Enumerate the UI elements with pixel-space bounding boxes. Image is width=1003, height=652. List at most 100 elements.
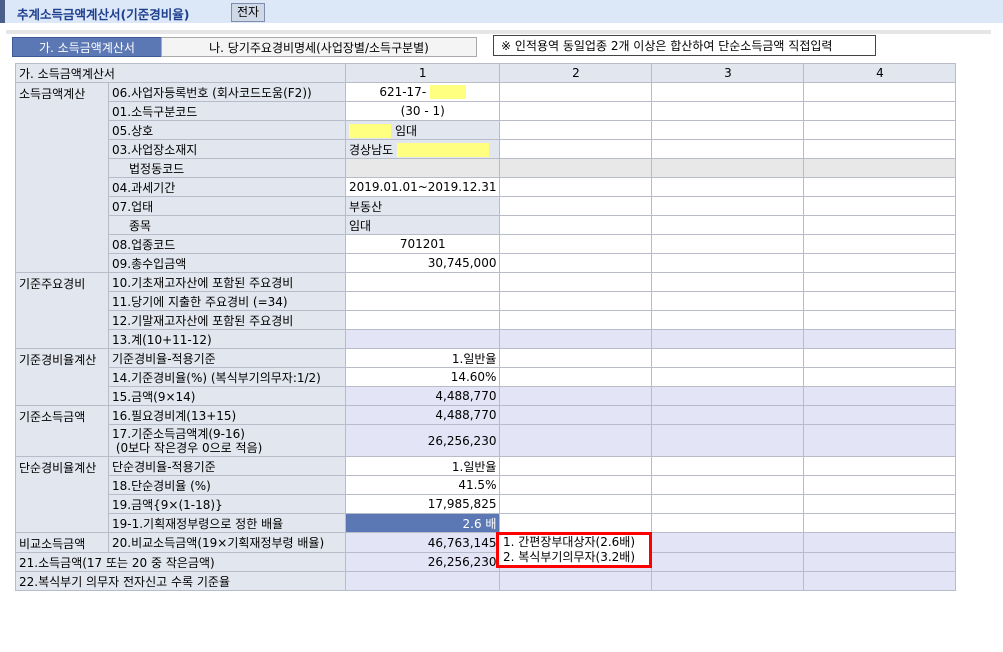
value-cell-4[interactable] <box>803 494 957 514</box>
value-cell-3[interactable] <box>651 571 805 591</box>
value-cell-2[interactable] <box>499 310 653 330</box>
value-cell-1[interactable]: 26,256,230 <box>344 424 501 457</box>
value-cell-3[interactable] <box>651 552 805 572</box>
value-cell-2[interactable] <box>499 101 653 121</box>
value-cell-1[interactable]: 701201 <box>344 234 501 254</box>
value-cell-4[interactable] <box>803 367 957 387</box>
value-cell-2[interactable] <box>499 329 653 349</box>
value-cell-4[interactable] <box>803 291 957 311</box>
value-cell-1[interactable]: 임대 <box>344 215 501 235</box>
value-cell-1[interactable] <box>344 291 501 311</box>
value-cell-4[interactable] <box>803 571 957 591</box>
value-cell-4[interactable] <box>803 234 957 254</box>
tab-income-statement[interactable]: 가. 소득금액계산서 <box>12 37 162 57</box>
value-cell-3[interactable] <box>651 272 805 292</box>
value-cell-3[interactable] <box>651 348 805 368</box>
value-cell-4[interactable] <box>803 120 957 140</box>
value-cell-1[interactable]: (30 - 1) <box>344 101 501 121</box>
value-cell-4[interactable] <box>803 552 957 572</box>
value-cell-1[interactable]: 경상남도 <box>344 139 501 159</box>
value-cell-3[interactable] <box>651 494 805 514</box>
value-cell-3[interactable] <box>651 215 805 235</box>
value-cell-3[interactable] <box>651 196 805 216</box>
value-cell-1[interactable]: 4,488,770 <box>344 386 501 406</box>
value-cell-2[interactable] <box>499 120 653 140</box>
value-cell-1[interactable]: 임대 <box>344 120 501 140</box>
value-cell-4[interactable] <box>803 82 957 102</box>
value-cell-3[interactable] <box>651 120 805 140</box>
value-cell-1[interactable] <box>344 158 501 178</box>
value-cell-2[interactable] <box>499 158 653 178</box>
value-cell-1[interactable] <box>344 310 501 330</box>
value-cell-4[interactable] <box>803 513 957 533</box>
value-cell-4[interactable] <box>803 456 957 476</box>
value-cell-3[interactable] <box>651 367 805 387</box>
value-cell-2[interactable] <box>499 405 653 425</box>
value-cell-2[interactable] <box>499 513 653 533</box>
value-cell-2[interactable] <box>499 475 653 495</box>
tab-major-expense-detail[interactable]: 나. 당기주요경비명세(사업장별/소득구분별) <box>161 37 477 57</box>
value-cell-2[interactable] <box>499 234 653 254</box>
value-cell-2[interactable] <box>499 386 653 406</box>
dropdown-option-simple-bookkeeping[interactable]: 1. 간편장부대상자(2.6배) <box>503 535 649 550</box>
value-cell-4[interactable] <box>803 158 957 178</box>
value-cell-1[interactable]: 41.5% <box>344 475 501 495</box>
value-cell-4[interactable] <box>803 272 957 292</box>
value-cell-4[interactable] <box>803 386 957 406</box>
value-cell-3[interactable] <box>651 424 805 457</box>
value-cell-2[interactable] <box>499 348 653 368</box>
value-cell-4[interactable] <box>803 310 957 330</box>
value-cell-1[interactable]: 4,488,770 <box>344 405 501 425</box>
value-cell-1[interactable]: 621-17- <box>344 82 501 102</box>
dropdown-option-double-entry[interactable]: 2. 복식부기의무자(3.2배) <box>503 550 649 565</box>
value-cell-4[interactable] <box>803 215 957 235</box>
value-cell-1[interactable]: 2019.01.01~2019.12.31 <box>344 177 501 197</box>
value-cell-1[interactable]: 14.60% <box>344 367 501 387</box>
value-cell-3[interactable] <box>651 291 805 311</box>
e-filing-button[interactable]: 전자 <box>231 3 265 22</box>
value-cell-2[interactable] <box>499 139 653 159</box>
value-cell-1[interactable] <box>344 329 501 349</box>
value-cell-4[interactable] <box>803 348 957 368</box>
value-cell-3[interactable] <box>651 253 805 273</box>
value-cell-3[interactable] <box>651 513 805 533</box>
value-cell-1[interactable]: 1.일반율 <box>344 456 501 476</box>
value-cell-2[interactable] <box>499 291 653 311</box>
value-cell-4[interactable] <box>803 405 957 425</box>
value-cell-3[interactable] <box>651 177 805 197</box>
value-cell-3[interactable] <box>651 82 805 102</box>
value-cell-3[interactable] <box>651 456 805 476</box>
value-cell-4[interactable] <box>803 253 957 273</box>
value-cell-2[interactable] <box>499 456 653 476</box>
value-cell-1[interactable]: 부동산 <box>344 196 501 216</box>
value-cell-3[interactable] <box>651 329 805 349</box>
value-cell-1[interactable] <box>344 272 501 292</box>
value-cell-2[interactable] <box>499 367 653 387</box>
value-cell-3[interactable] <box>651 310 805 330</box>
value-cell-2[interactable] <box>499 424 653 457</box>
value-cell-1[interactable] <box>344 571 501 591</box>
value-cell-1[interactable]: 26,256,230 <box>344 552 501 572</box>
value-cell-4[interactable] <box>803 532 957 553</box>
value-cell-4[interactable] <box>803 177 957 197</box>
value-cell-4[interactable] <box>803 139 957 159</box>
value-cell-1[interactable]: 17,985,825 <box>344 494 501 514</box>
value-cell-3[interactable] <box>651 158 805 178</box>
value-cell-2[interactable] <box>499 196 653 216</box>
value-cell-3[interactable] <box>651 234 805 254</box>
value-cell-2[interactable] <box>499 177 653 197</box>
value-cell-4[interactable] <box>803 424 957 457</box>
value-cell-3[interactable] <box>651 139 805 159</box>
value-cell-3[interactable] <box>651 405 805 425</box>
value-cell-2[interactable] <box>499 215 653 235</box>
value-cell-4[interactable] <box>803 196 957 216</box>
value-cell-1[interactable]: 30,745,000 <box>344 253 501 273</box>
value-cell-2[interactable] <box>499 82 653 102</box>
value-cell-4[interactable] <box>803 475 957 495</box>
value-cell-2[interactable] <box>499 253 653 273</box>
value-cell-4[interactable] <box>803 329 957 349</box>
value-cell-4[interactable] <box>803 101 957 121</box>
value-cell-2[interactable] <box>499 494 653 514</box>
value-cell-3[interactable] <box>651 101 805 121</box>
value-cell-2[interactable] <box>499 571 653 591</box>
